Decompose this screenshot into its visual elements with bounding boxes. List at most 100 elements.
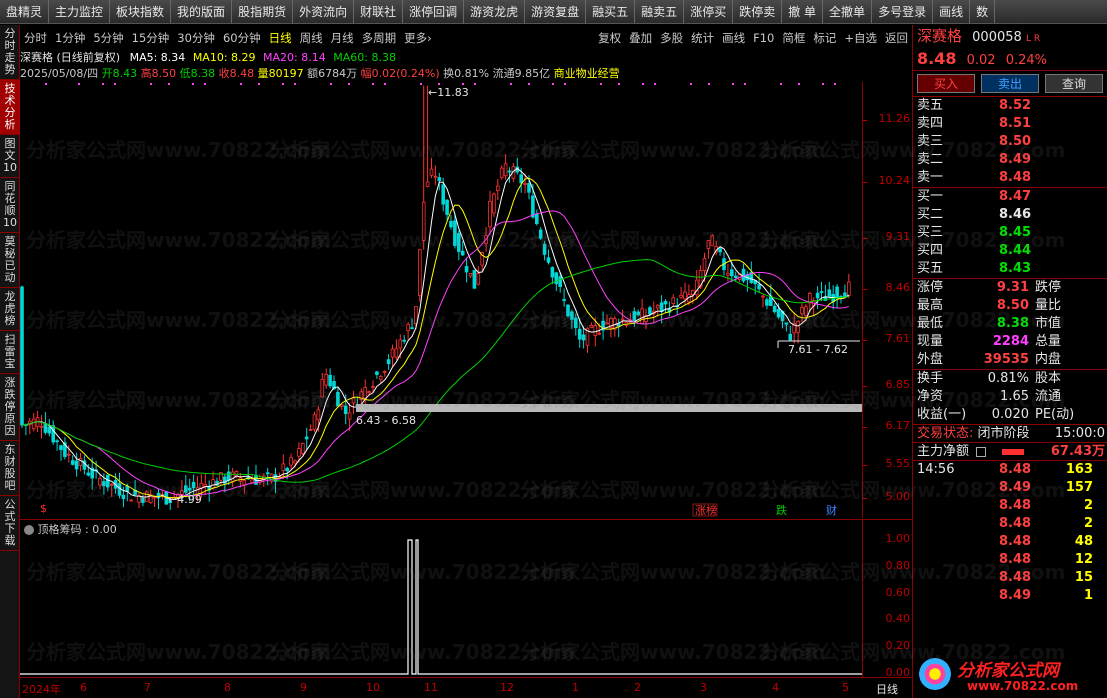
signal-dot: [114, 83, 116, 85]
list-icon[interactable]: [976, 446, 987, 457]
candlestick-chart[interactable]: ←11.83 ←4.99 7.61 - 7.62 6.43 - 6.58 $ 涨榜 跌 财: [20, 82, 862, 518]
toolbar-button-4[interactable]: 股指期货: [232, 0, 294, 23]
toolbar-button-18[interactable]: 数: [970, 0, 996, 23]
ask-level[interactable]: 卖五 8.52: [913, 97, 1107, 115]
period-toolbar: 分时 1分钟 5分钟 15分钟 30分钟 60分钟 日线 周线 月线 多周期 更多› 复权 叠加 多股 统计…: [20, 27, 912, 49]
candle-body: [784, 322, 789, 325]
ask-level[interactable]: 卖二 8.49: [913, 151, 1107, 169]
bid-level[interactable]: 买二 8.46: [913, 206, 1107, 224]
bid-level[interactable]: 买三 8.45: [913, 224, 1107, 242]
toolbar-button-6[interactable]: 财联社: [354, 0, 404, 23]
toolbar-button-8[interactable]: 游资龙虎: [464, 0, 526, 23]
sell-button[interactable]: 卖出: [981, 74, 1039, 93]
signal-dot: [822, 83, 824, 85]
candle-body: [402, 339, 406, 342]
toolbar-button-10[interactable]: 融买五: [586, 0, 636, 23]
toolbar-button-14[interactable]: 撤 单: [782, 0, 824, 23]
price-row: 8.48 0.02 0.24%: [913, 47, 1107, 71]
candle-body: [503, 163, 508, 177]
bid-level[interactable]: 买四 8.44: [913, 242, 1107, 260]
price-tick-mark: [863, 340, 867, 342]
left-nav-item-5[interactable]: 龙虎榜: [0, 288, 20, 331]
toolbar-button-2[interactable]: 板块指数: [110, 0, 172, 23]
ma60-value: MA60: 8.38: [333, 51, 396, 64]
ask-level[interactable]: 卖四 8.51: [913, 115, 1107, 133]
left-nav-item-7[interactable]: 涨跌停原因: [0, 374, 20, 441]
period-tab-2[interactable]: 5分钟: [89, 30, 127, 46]
left-nav-item-6[interactable]: 扫雷宝: [0, 331, 20, 374]
period-tab-19[interactable]: +自选: [840, 30, 881, 46]
bid-level[interactable]: 买五 8.43: [913, 260, 1107, 278]
candle-body: [211, 479, 215, 489]
candle-body: [59, 445, 63, 451]
signal-dot: [192, 83, 194, 85]
tick-list[interactable]: 14:56 8.48 163 8.49 157 8.48 2 8.48 2 8.48 48 8.48 1…: [913, 461, 1107, 605]
ma60-line: [21, 259, 849, 483]
candle-body: [98, 478, 102, 486]
period-tab-18[interactable]: 标记: [809, 30, 840, 46]
toolbar-button-9[interactable]: 游资复盘: [525, 0, 587, 23]
toolbar-button-7[interactable]: 涨停回调: [403, 0, 465, 23]
period-tab-5[interactable]: 60分钟: [219, 30, 265, 46]
period-tab-7[interactable]: 周线: [296, 30, 327, 46]
quote-panel: 深赛格 000058 L R 8.48 0.02 0.24% 买入 卖出 查询 卖五…: [912, 25, 1107, 698]
period-tab-1[interactable]: 1分钟: [51, 30, 89, 46]
level-price: 8.48: [999, 170, 1032, 185]
left-nav-item-8[interactable]: 东财股吧: [0, 441, 20, 496]
panel-stock-tag: L R: [1025, 34, 1041, 44]
toolbar-button-16[interactable]: 多号登录: [872, 0, 934, 23]
tick-price: 8.48: [999, 498, 1032, 513]
left-nav-item-2[interactable]: 图文10: [0, 135, 20, 178]
buy-button[interactable]: 买入: [917, 74, 975, 93]
toolbar-button-5[interactable]: 外资流向: [293, 0, 355, 23]
toolbar-button-13[interactable]: 跌停卖: [733, 0, 783, 23]
candle-body: [390, 348, 395, 358]
period-tab-0[interactable]: 分时: [20, 30, 51, 46]
period-tab-16[interactable]: F10: [749, 31, 778, 45]
period-tab-10[interactable]: 更多›: [400, 30, 436, 46]
period-tab-14[interactable]: 统计: [687, 30, 718, 46]
ask-level[interactable]: 卖三 8.50: [913, 133, 1107, 151]
toolbar-button-15[interactable]: 全撤单: [823, 0, 873, 23]
stat-value: 2284: [992, 334, 1029, 349]
ask-level[interactable]: 卖一 8.48: [913, 169, 1107, 187]
tick-price: 8.48: [999, 552, 1032, 567]
period-tab-12[interactable]: 叠加: [625, 30, 656, 46]
candle-body: [102, 481, 106, 487]
left-nav-item-3[interactable]: 同花顺10: [0, 178, 20, 233]
candle-body: [371, 385, 375, 388]
period-tab-6[interactable]: 日线: [265, 30, 296, 46]
indicator-toggle-icon[interactable]: [24, 525, 34, 535]
period-tab-17[interactable]: 简框: [778, 30, 809, 46]
indicator-tick-label: 0.20: [885, 639, 911, 653]
period-tab-3[interactable]: 15分钟: [128, 30, 174, 46]
tick-volume: 2: [1083, 498, 1093, 513]
period-tab-11[interactable]: 复权: [594, 30, 625, 46]
tick-volume: 157: [1065, 480, 1093, 495]
level-label: 买五: [917, 261, 944, 276]
left-nav-item-9[interactable]: 公式下载: [0, 496, 20, 551]
bid-level[interactable]: 买一 8.47: [913, 188, 1107, 206]
period-tab-20[interactable]: 返回: [881, 30, 912, 46]
candle-body: [351, 397, 356, 404]
left-nav-item-1[interactable]: 技术分析: [0, 80, 20, 135]
period-tab-4[interactable]: 30分钟: [173, 30, 219, 46]
left-nav-item-0[interactable]: 分时走势: [0, 25, 20, 80]
candle-body: [468, 273, 473, 277]
toolbar-button-1[interactable]: 主力监控: [49, 0, 111, 23]
period-tab-9[interactable]: 多周期: [358, 30, 401, 46]
candle-body: [507, 170, 512, 173]
period-tab-15[interactable]: 画线: [718, 30, 749, 46]
toolbar-button-12[interactable]: 涨停买: [684, 0, 734, 23]
toolbar-button-0[interactable]: 盘精灵: [0, 0, 50, 23]
toolbar-button-11[interactable]: 融卖五: [635, 0, 685, 23]
toolbar-button-3[interactable]: 我的版面: [171, 0, 233, 23]
stat2-row: 收益(一) 0.020 PE(动): [913, 406, 1107, 424]
tick-volume: 2: [1083, 516, 1093, 531]
query-button[interactable]: 查询: [1045, 74, 1103, 93]
range-label-1: 7.61 - 7.62: [788, 343, 848, 356]
left-nav-item-4[interactable]: 莫秘已动: [0, 233, 20, 288]
toolbar-button-17[interactable]: 画线: [933, 0, 971, 23]
period-tab-8[interactable]: 月线: [327, 30, 358, 46]
period-tab-13[interactable]: 多股: [656, 30, 687, 46]
